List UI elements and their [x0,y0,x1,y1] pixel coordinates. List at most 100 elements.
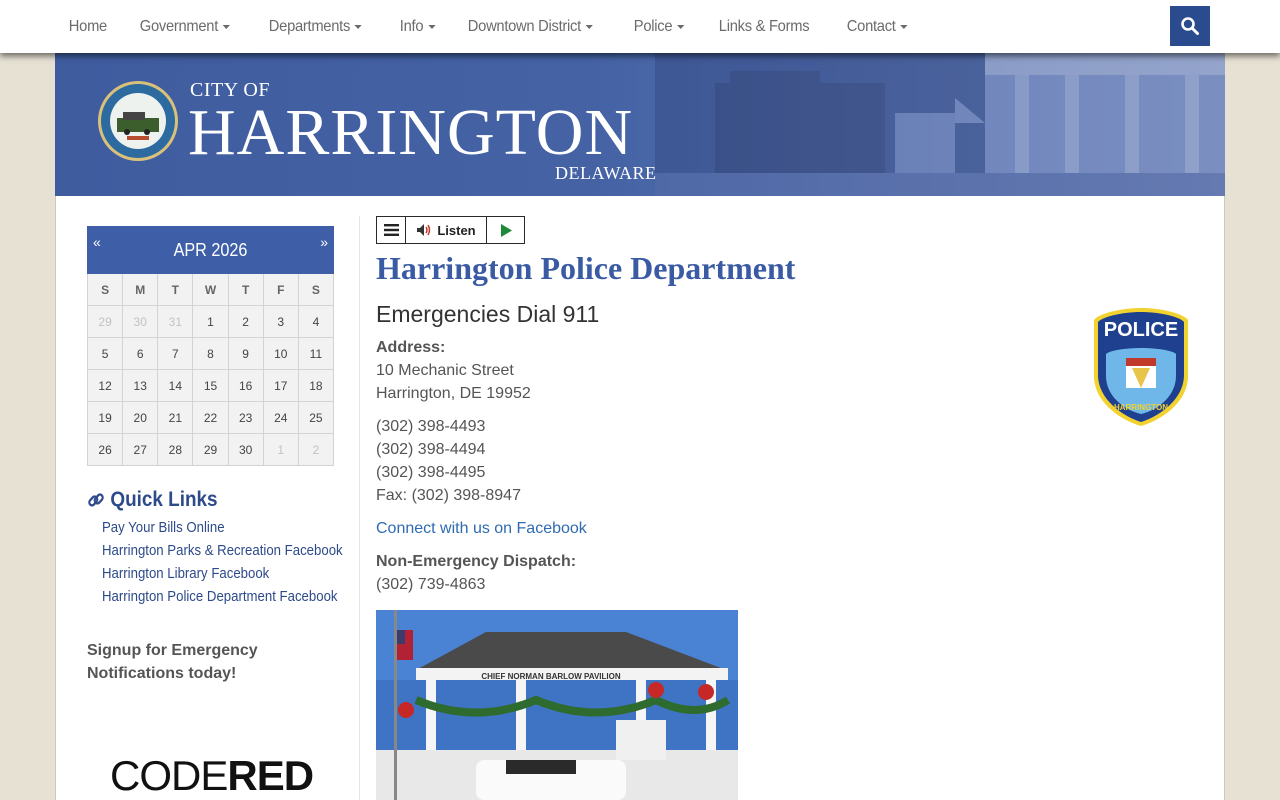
calendar-day[interactable]: 22 [193,402,229,434]
calendar-day[interactable]: 9 [228,338,264,370]
calendar-day[interactable]: 1 [263,434,299,466]
calendar-day[interactable]: 16 [228,370,264,402]
quick-link[interactable]: Pay Your Bills Online [102,516,343,539]
caret-down-icon [223,24,231,29]
codered-light: CODE [110,752,228,799]
calendar-day[interactable]: 31 [158,306,194,338]
calendar-next-button[interactable]: » [320,234,328,250]
calendar-day-of-week: W [193,274,229,306]
calendar-day[interactable]: 10 [263,338,299,370]
search-icon [1181,17,1199,35]
fax-number: Fax: (302) 398-8947 [376,487,521,504]
calendar-day[interactable]: 19 [88,402,124,434]
hamburger-icon [383,224,399,236]
calendar-day[interactable]: 17 [263,370,299,402]
calendar-day[interactable]: 2 [298,434,334,466]
calendar-widget: « APR 2026 » S M T W T F S 29 30 31 1 2 3 4 5 6 7 8 9 10 11 1… [87,226,334,466]
calendar-day[interactable]: 4 [298,306,334,338]
calendar-header: « APR 2026 » [87,226,334,274]
calendar-day[interactable]: 12 [88,370,124,402]
calendar-grid: S M T W T F S 29 30 31 1 2 3 4 5 6 7 8 9 10 11 12 13 14 15 16 17 18… [87,274,334,466]
calendar-day-of-week: T [158,274,194,306]
caret-down-icon [677,24,685,29]
quick-link[interactable]: Harrington Parks & Recreation Facebook [102,539,343,562]
calendar-day[interactable]: 8 [193,338,229,370]
calendar-day-of-week: S [88,274,124,306]
address-city: Harrington, DE 19952 [376,385,531,402]
signup-line-2: Notifications today! [87,665,237,682]
page-content: « APR 2026 » S M T W T F S 29 30 31 1 2 3 4 5 6 7 8 9 10 11 1… [55,196,1225,800]
nav-item-label: Links & Forms [718,17,810,35]
link-icon [88,493,104,507]
calendar-day[interactable]: 13 [123,370,159,402]
nav-item-label: Departments [268,17,350,35]
calendar-day[interactable]: 18 [298,370,334,402]
nav-item-links-forms[interactable]: Links & Forms [705,0,823,53]
calendar-day-of-week: M [123,274,159,306]
nav-item-label: Police [634,17,673,35]
badge-title: POLICE [1104,319,1178,341]
calendar-day[interactable]: 14 [158,370,194,402]
emergency-signup-text: Signup for Emergency Notifications today… [87,639,258,685]
calendar-day[interactable]: 7 [158,338,194,370]
nav-item-label: Home [68,17,107,35]
nav-item-police[interactable]: Police [620,0,698,53]
calendar-month-label: APR 2026 [173,240,248,260]
play-button[interactable] [487,217,524,243]
calendar-day[interactable]: 25 [298,402,334,434]
phone-number: (302) 398-4493 [376,418,486,435]
phone-number: (302) 398-4495 [376,464,486,481]
calendar-day[interactable]: 11 [298,338,334,370]
listen-menu-button[interactable] [377,217,406,243]
calendar-day[interactable]: 26 [88,434,124,466]
calendar-day[interactable]: 21 [158,402,194,434]
badge-bottom-text: HARRINGTON [1114,403,1168,412]
caret-down-icon [585,24,594,29]
calendar-day[interactable]: 23 [228,402,264,434]
signup-line-1: Signup for Emergency [87,642,258,659]
calendar-day[interactable]: 29 [88,306,124,338]
calendar-day[interactable]: 30 [123,306,159,338]
banner-train-photo [655,53,1225,196]
nav-item-home[interactable]: Home [55,0,121,53]
nav-item-label: Info [399,17,424,35]
calendar-day[interactable]: 1 [193,306,229,338]
nav-item-downtown-district[interactable]: Downtown District [454,0,607,53]
calendar-day[interactable]: 27 [123,434,159,466]
city-seal-logo [98,81,178,161]
header-banner: CITY OF HARRINGTON DELAWARE [55,53,1225,196]
contact-info: Address: 10 Mechanic Street Harrington, … [376,336,587,596]
top-navbar: Home Government Departments Info Downtown Di… [0,0,1280,53]
calendar-day[interactable]: 29 [193,434,229,466]
listen-button[interactable]: Listen [406,217,487,243]
nav-item-government[interactable]: Government [126,0,244,53]
calendar-day[interactable]: 15 [193,370,229,402]
quick-links-list: Pay Your Bills Online Harrington Parks & … [102,516,375,608]
speaker-icon [417,224,431,236]
nav-item-label: Government [140,17,219,35]
calendar-day[interactable]: 20 [123,402,159,434]
nav-item-info[interactable]: Info [386,0,449,53]
dispatch-label: Non-Emergency Dispatch: [376,553,577,570]
nav-item-contact[interactable]: Contact [833,0,921,53]
calendar-day[interactable]: 5 [88,338,124,370]
quick-link[interactable]: Harrington Police Department Facebook [102,585,343,608]
codered-bold: RED [227,752,314,799]
facebook-link[interactable]: Connect with us on Facebook [376,517,587,540]
phone-list: (302) 398-4493 (302) 398-4494 (302) 398-44… [376,415,587,484]
calendar-day[interactable]: 2 [228,306,264,338]
play-icon [500,223,512,237]
phone-number: (302) 398-4494 [376,441,486,458]
search-button[interactable] [1170,6,1210,46]
codered-logo[interactable]: CODERED [110,752,314,800]
calendar-day[interactable]: 3 [263,306,299,338]
calendar-day[interactable]: 28 [158,434,194,466]
quick-link[interactable]: Harrington Library Facebook [102,562,343,585]
calendar-day[interactable]: 24 [263,402,299,434]
caret-down-icon [900,24,908,29]
calendar-day[interactable]: 30 [228,434,264,466]
nav-item-departments[interactable]: Departments [255,0,376,53]
quick-links-title: Quick Links [110,488,218,511]
city-name-title: HARRINGTON [188,96,634,169]
calendar-day[interactable]: 6 [123,338,159,370]
